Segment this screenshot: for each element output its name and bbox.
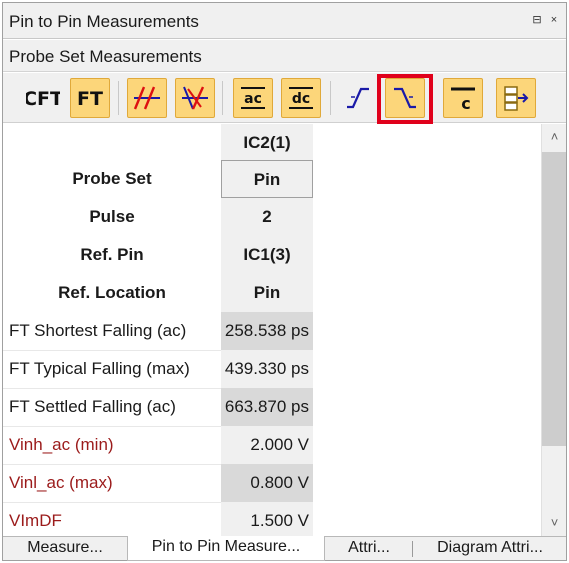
probe-set-value[interactable]: Pin xyxy=(221,160,313,198)
panel-titlebar: Pin to Pin Measurements ⊟ × xyxy=(3,3,566,39)
tab-separator xyxy=(412,541,413,557)
svg-text:FT: FT xyxy=(77,88,103,110)
row-label: Ref. Location xyxy=(58,283,166,302)
tab-pin-to-pin-measurements[interactable]: Pin to Pin Measure... xyxy=(127,536,325,561)
row-label: Vinh_ac (min) xyxy=(9,435,114,454)
pin-to-pin-measurements-panel: Pin to Pin Measurements ⊟ × Probe Set Me… xyxy=(2,2,567,561)
toolbar-separator xyxy=(330,81,331,115)
table-row: Probe Set Pin xyxy=(3,160,541,198)
column-header[interactable]: IC2(1) xyxy=(221,124,313,162)
c-threshold-icon: c xyxy=(447,83,479,113)
measurement-value[interactable]: 258.538 ps xyxy=(221,312,313,350)
measurements-grid: IC2(1) Probe Set Pin Pulse 2 Ref. Pin IC… xyxy=(3,124,541,536)
toolbar-separator xyxy=(222,81,223,115)
table-row: Vinh_ac (min) 2.000 V xyxy=(3,426,541,464)
falling-edges-button[interactable] xyxy=(175,78,215,118)
measurement-toolbar: CFT FT ac dc c xyxy=(3,73,566,124)
measurement-value[interactable]: 2.000 V xyxy=(221,426,313,464)
scroll-down-icon[interactable]: ˅ xyxy=(542,512,567,534)
vertical-scrollbar[interactable]: ˄ ˅ xyxy=(541,124,566,536)
toolbar-separator xyxy=(118,81,119,115)
ft-text-icon: FT xyxy=(75,83,105,113)
row-label: Ref. Pin xyxy=(80,245,144,264)
table-row: Ref. Location Pin xyxy=(3,274,541,312)
dc-threshold-icon: dc xyxy=(285,83,317,113)
grid-header-row: IC2(1) xyxy=(3,124,541,162)
measurement-value[interactable]: 0.800 V xyxy=(221,464,313,502)
svg-text:ac: ac xyxy=(244,91,262,107)
table-row: FT Shortest Falling (ac) 258.538 ps xyxy=(3,312,541,350)
table-row: VImDF 1.500 V xyxy=(3,502,541,536)
dc-threshold-button[interactable]: dc xyxy=(281,78,321,118)
rising-edges-button[interactable] xyxy=(127,78,167,118)
section-header: Probe Set Measurements xyxy=(3,40,566,72)
row-label: Pulse xyxy=(89,207,135,226)
row-label: Vinl_ac (max) xyxy=(9,473,113,492)
scroll-up-icon[interactable]: ˄ xyxy=(542,126,567,148)
scroll-thumb[interactable] xyxy=(542,152,566,446)
tab-diagram-attributes[interactable]: Diagram Attri... xyxy=(415,537,565,561)
falling-edges-icon xyxy=(179,83,211,113)
close-panel-icon[interactable]: × xyxy=(548,13,560,27)
selected-tool-highlight xyxy=(377,74,433,124)
pin-panel-icon[interactable]: ⊟ xyxy=(531,13,543,27)
rising-edge-button[interactable] xyxy=(338,78,378,118)
panel-title: Pin to Pin Measurements xyxy=(9,12,199,31)
pulse-value[interactable]: 2 xyxy=(221,198,313,236)
rising-edge-icon xyxy=(343,83,373,113)
row-label: FT Typical Falling (max) xyxy=(9,359,190,378)
ac-threshold-icon: ac xyxy=(237,83,269,113)
ac-threshold-button[interactable]: ac xyxy=(233,78,273,118)
rising-edges-icon xyxy=(131,83,163,113)
row-label: FT Shortest Falling (ac) xyxy=(9,321,187,340)
ref-location-value[interactable]: Pin xyxy=(221,274,313,312)
svg-text:CFT: CFT xyxy=(26,88,60,110)
ref-pin-value[interactable]: IC1(3) xyxy=(221,236,313,274)
row-label: FT Settled Falling (ac) xyxy=(9,397,176,416)
tab-measurements[interactable]: Measure... xyxy=(7,537,123,561)
measurement-value[interactable]: 663.870 ps xyxy=(221,388,313,426)
table-row: Ref. Pin IC1(3) xyxy=(3,236,541,274)
svg-text:dc: dc xyxy=(292,91,310,107)
measurement-value[interactable]: 1.500 V xyxy=(221,502,313,536)
table-row: Vinl_ac (max) 0.800 V xyxy=(3,464,541,502)
tab-attributes[interactable]: Attri... xyxy=(329,537,409,561)
table-row: FT Typical Falling (max) 439.330 ps xyxy=(3,350,541,388)
bottom-tab-strip: Measure... Pin to Pin Measure... Attri..… xyxy=(3,536,566,561)
ft-button[interactable]: FT xyxy=(70,78,110,118)
table-row: Pulse 2 xyxy=(3,198,541,236)
svg-text:c: c xyxy=(461,94,470,113)
cft-text-icon: CFT xyxy=(26,83,60,113)
table-row: FT Settled Falling (ac) 663.870 ps xyxy=(3,388,541,426)
cft-button[interactable]: CFT xyxy=(23,78,63,118)
c-threshold-button[interactable]: c xyxy=(443,78,483,118)
export-button[interactable] xyxy=(496,78,536,118)
export-icon xyxy=(501,83,531,113)
row-label: Probe Set xyxy=(72,169,152,188)
section-title: Probe Set Measurements xyxy=(9,47,202,66)
measurement-value[interactable]: 439.330 ps xyxy=(221,350,313,388)
row-label: VImDF xyxy=(9,511,62,530)
